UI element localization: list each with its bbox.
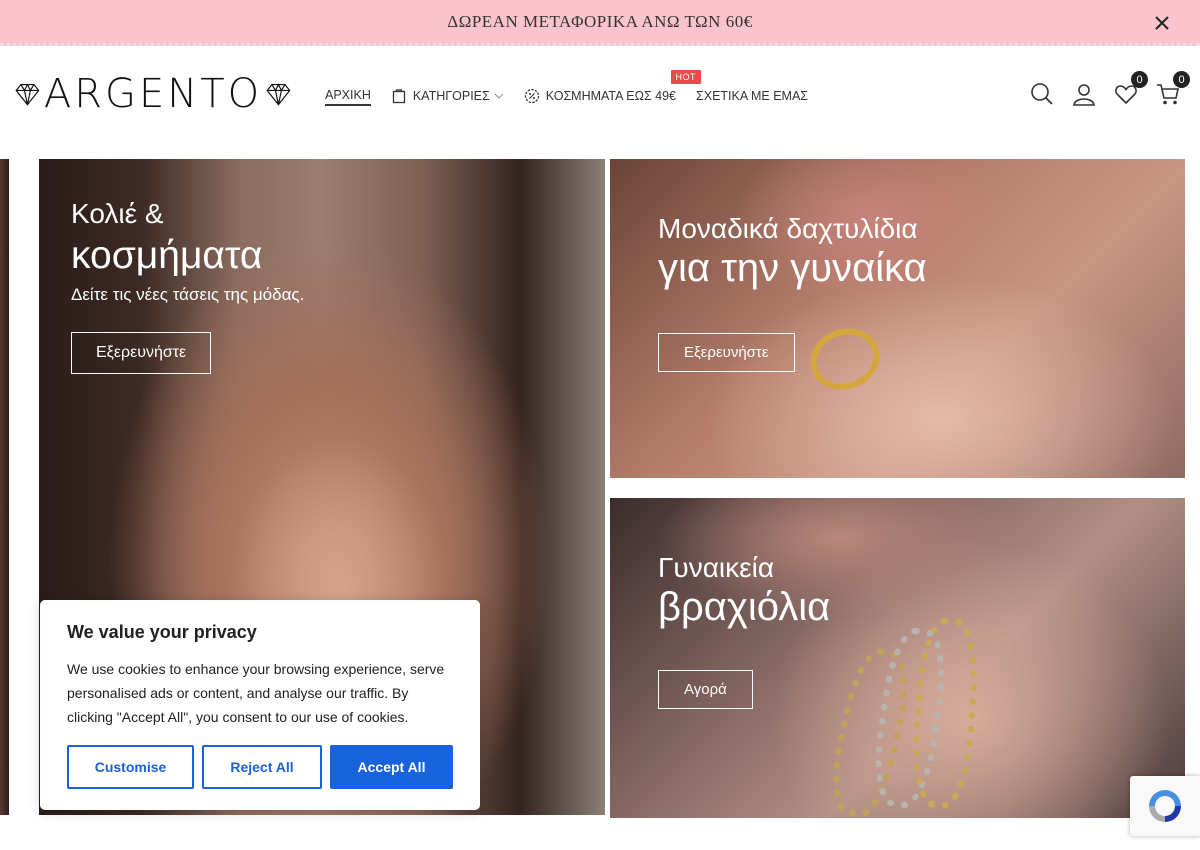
nav-item-label: ΑΡΧΙΚΗ — [325, 87, 371, 102]
banner-bracelets[interactable]: Γυναικεία βραχιόλια Αγορά — [610, 498, 1185, 818]
cart-count: 0 — [1173, 71, 1190, 88]
nav-item-categories[interactable]: ΚΑΤΗΓΟΡΙΕΣ — [391, 86, 504, 106]
nav-item-label: ΚΑΤΗΓΟΡΙΕΣ — [412, 89, 490, 103]
banner-title-line1: Γυναικεία — [658, 552, 775, 583]
recaptcha-icon — [1149, 790, 1181, 822]
customise-button[interactable]: Customise — [67, 745, 194, 789]
logo[interactable]: ARGENTO — [15, 73, 291, 115]
banner-title-line2: βραχιόλια — [658, 584, 831, 629]
account-icon[interactable] — [1072, 82, 1096, 106]
discount-icon — [524, 88, 540, 104]
header-actions: 0 0 — [1012, 71, 1190, 106]
close-icon[interactable] — [1152, 13, 1172, 33]
banner-title-line2: για την γυναίκα — [658, 245, 927, 290]
banner-content: Μοναδικά δαχτυλίδια για την γυναίκα Εξερ… — [658, 213, 927, 372]
chevron-down-icon — [494, 91, 504, 101]
announcement-bar: ΔΩΡΕΑΝ ΜΕΤΑΦΟΡΙΚΑ ΑΝΩ ΤΩΝ 60€ — [0, 0, 1200, 46]
nav-item-about[interactable]: ΣΧΕΤΙΚΑ ΜΕ ΕΜΑΣ — [696, 86, 808, 106]
cookie-actions: Customise Reject All Accept All — [67, 745, 453, 789]
cookie-consent-dialog: We value your privacy We use cookies to … — [40, 600, 480, 810]
banner-title-line2: κοσμήματα — [71, 233, 263, 277]
banner-title-line1: Κολιέ & — [71, 198, 164, 229]
nav-item-home[interactable]: ΑΡΧΙΚΗ — [325, 86, 371, 106]
banner-title-line1: Μοναδικά δαχτυλίδια — [658, 213, 918, 244]
logo-text: ARGENTO — [43, 71, 263, 117]
nav-item-label: ΣΧΕΤΙΚΑ ΜΕ ΕΜΑΣ — [696, 89, 809, 103]
shopping-bag-icon — [391, 88, 407, 104]
cart-icon[interactable]: 0 — [1156, 71, 1190, 106]
carousel-previous-slide-edge — [0, 159, 9, 815]
diamond-logo-icon — [15, 83, 40, 106]
hero-banner-content: Κολιέ & κοσμήματα Δείτε τις νέες τάσεις … — [71, 198, 305, 374]
shop-button[interactable]: Αγορά — [658, 669, 753, 709]
main-nav: ΑΡΧΙΚΗ ΚΑΤΗΓΟΡΙΕΣ ΚΟΣΜΗΜΑΤΑ ΕΩΣ 49€ HOT … — [325, 70, 828, 106]
hot-badge: HOT — [670, 70, 701, 84]
search-icon[interactable] — [1030, 82, 1054, 106]
recaptcha-badge[interactable] — [1130, 776, 1200, 836]
explore-button[interactable]: Εξερευνήστε — [71, 331, 212, 374]
accept-all-button[interactable]: Accept All — [330, 745, 453, 789]
cookie-title: We value your privacy — [67, 622, 257, 642]
diamond-logo-icon — [266, 83, 291, 106]
banner-rings[interactable]: Μοναδικά δαχτυλίδια για την γυναίκα Εξερ… — [610, 159, 1185, 478]
nav-item-label: ΚΟΣΜΗΜΑΤΑ ΕΩΣ 49€ — [545, 89, 676, 103]
banner-subtitle: Δείτε τις νέες τάσεις της μόδας. — [71, 284, 305, 304]
nav-item-jewelry-under-49[interactable]: ΚΟΣΜΗΜΑΤΑ ΕΩΣ 49€ HOT — [524, 70, 701, 106]
wishlist-count: 0 — [1131, 71, 1148, 88]
cookie-description: We use cookies to enhance your browsing … — [67, 661, 445, 725]
wishlist-icon[interactable]: 0 — [1114, 71, 1148, 106]
explore-button[interactable]: Εξερευνήστε — [658, 332, 795, 372]
announcement-text: ΔΩΡΕΑΝ ΜΕΤΑΦΟΡΙΚΑ ΑΝΩ ΤΩΝ 60€ — [447, 11, 753, 31]
reject-all-button[interactable]: Reject All — [202, 745, 322, 789]
site-header: ARGENTO ΑΡΧΙΚΗ ΚΑΤΗΓΟΡΙΕΣ ΚΟΣΜΗΜΑΤΑ ΕΩΣ … — [0, 46, 1200, 146]
banner-content: Γυναικεία βραχιόλια Αγορά — [658, 552, 831, 709]
